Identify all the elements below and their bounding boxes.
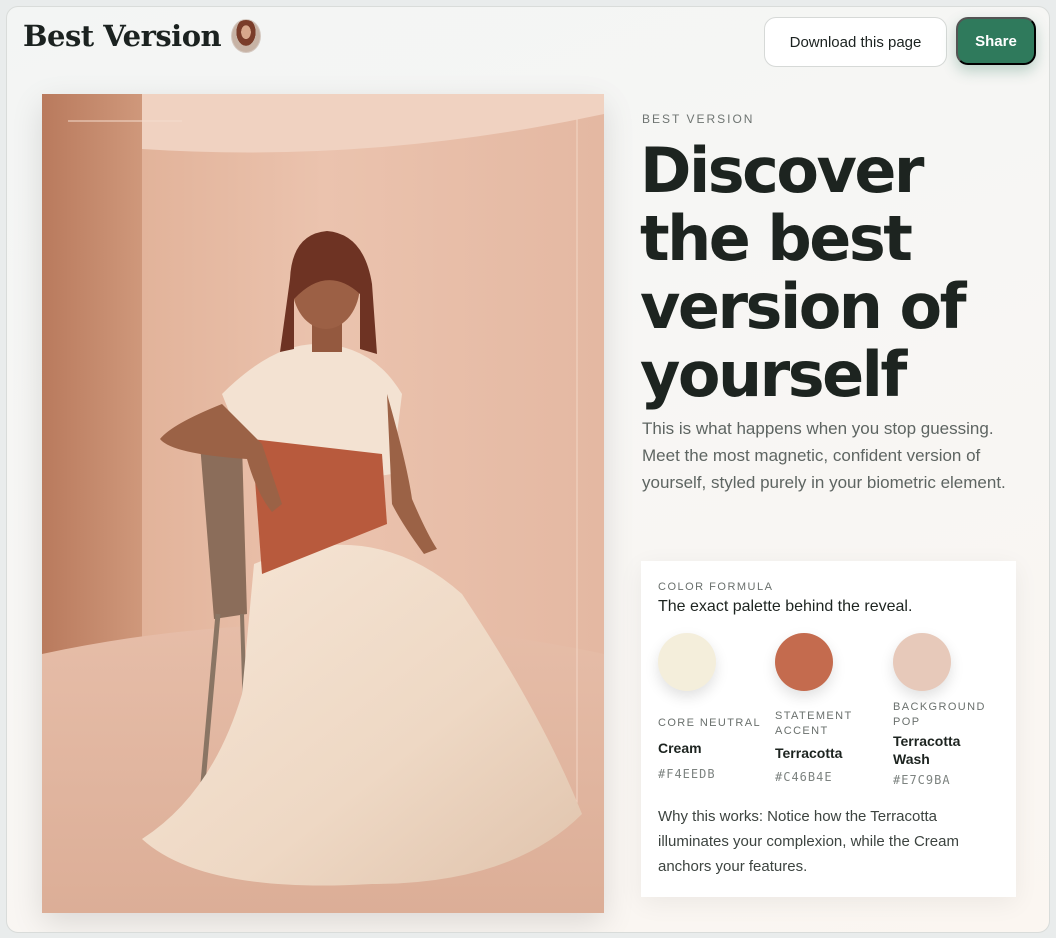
swatch-core-neutral: CORE NEUTRAL Cream #F4EEDB <box>658 633 768 781</box>
swatch-role: CORE NEUTRAL <box>658 717 761 729</box>
brand-title: Best Version <box>23 19 222 53</box>
swatch-hex: #C46B4E <box>775 770 833 784</box>
swatch-circle <box>775 633 833 691</box>
hero-eyebrow: BEST VERSION <box>642 112 755 126</box>
app-frame: Best Version Download this page Share BE… <box>6 6 1050 933</box>
swatch-background-pop: BACKGROUND POP Terracotta Wash #E7C9BA <box>893 633 1003 787</box>
swatch-hex: #E7C9BA <box>893 773 951 787</box>
swatch-hex: #F4EEDB <box>658 767 716 781</box>
hero-photo-illustration <box>42 94 604 913</box>
swatch-role: STATEMENT ACCENT <box>775 710 853 737</box>
color-formula-eyebrow: COLOR FORMULA <box>658 581 774 593</box>
share-button[interactable]: Share <box>956 17 1036 65</box>
color-formula-title: The exact palette behind the reveal. <box>658 598 913 615</box>
brand: Best Version <box>23 19 262 53</box>
color-formula-card: COLOR FORMULA The exact palette behind t… <box>641 561 1016 897</box>
swatch-name: Terracotta Wash <box>893 733 961 767</box>
swatch-role: BACKGROUND POP <box>893 701 986 728</box>
hero-headline: Discover the best version of yourself <box>640 134 967 411</box>
swatch-circle <box>893 633 951 691</box>
swatch-statement-accent: STATEMENT ACCENT Terracotta #C46B4E <box>775 633 885 784</box>
hero-photo <box>42 94 604 913</box>
swatch-name: Terracotta <box>775 745 843 761</box>
swatch-circle <box>658 633 716 691</box>
color-formula-note: Why this works: Notice how the Terracott… <box>658 808 959 875</box>
swatch-name: Cream <box>658 740 702 756</box>
hero-intro: This is what happens when you stop guess… <box>642 419 1006 492</box>
brand-avatar <box>231 19 262 53</box>
download-button[interactable]: Download this page <box>764 17 947 67</box>
